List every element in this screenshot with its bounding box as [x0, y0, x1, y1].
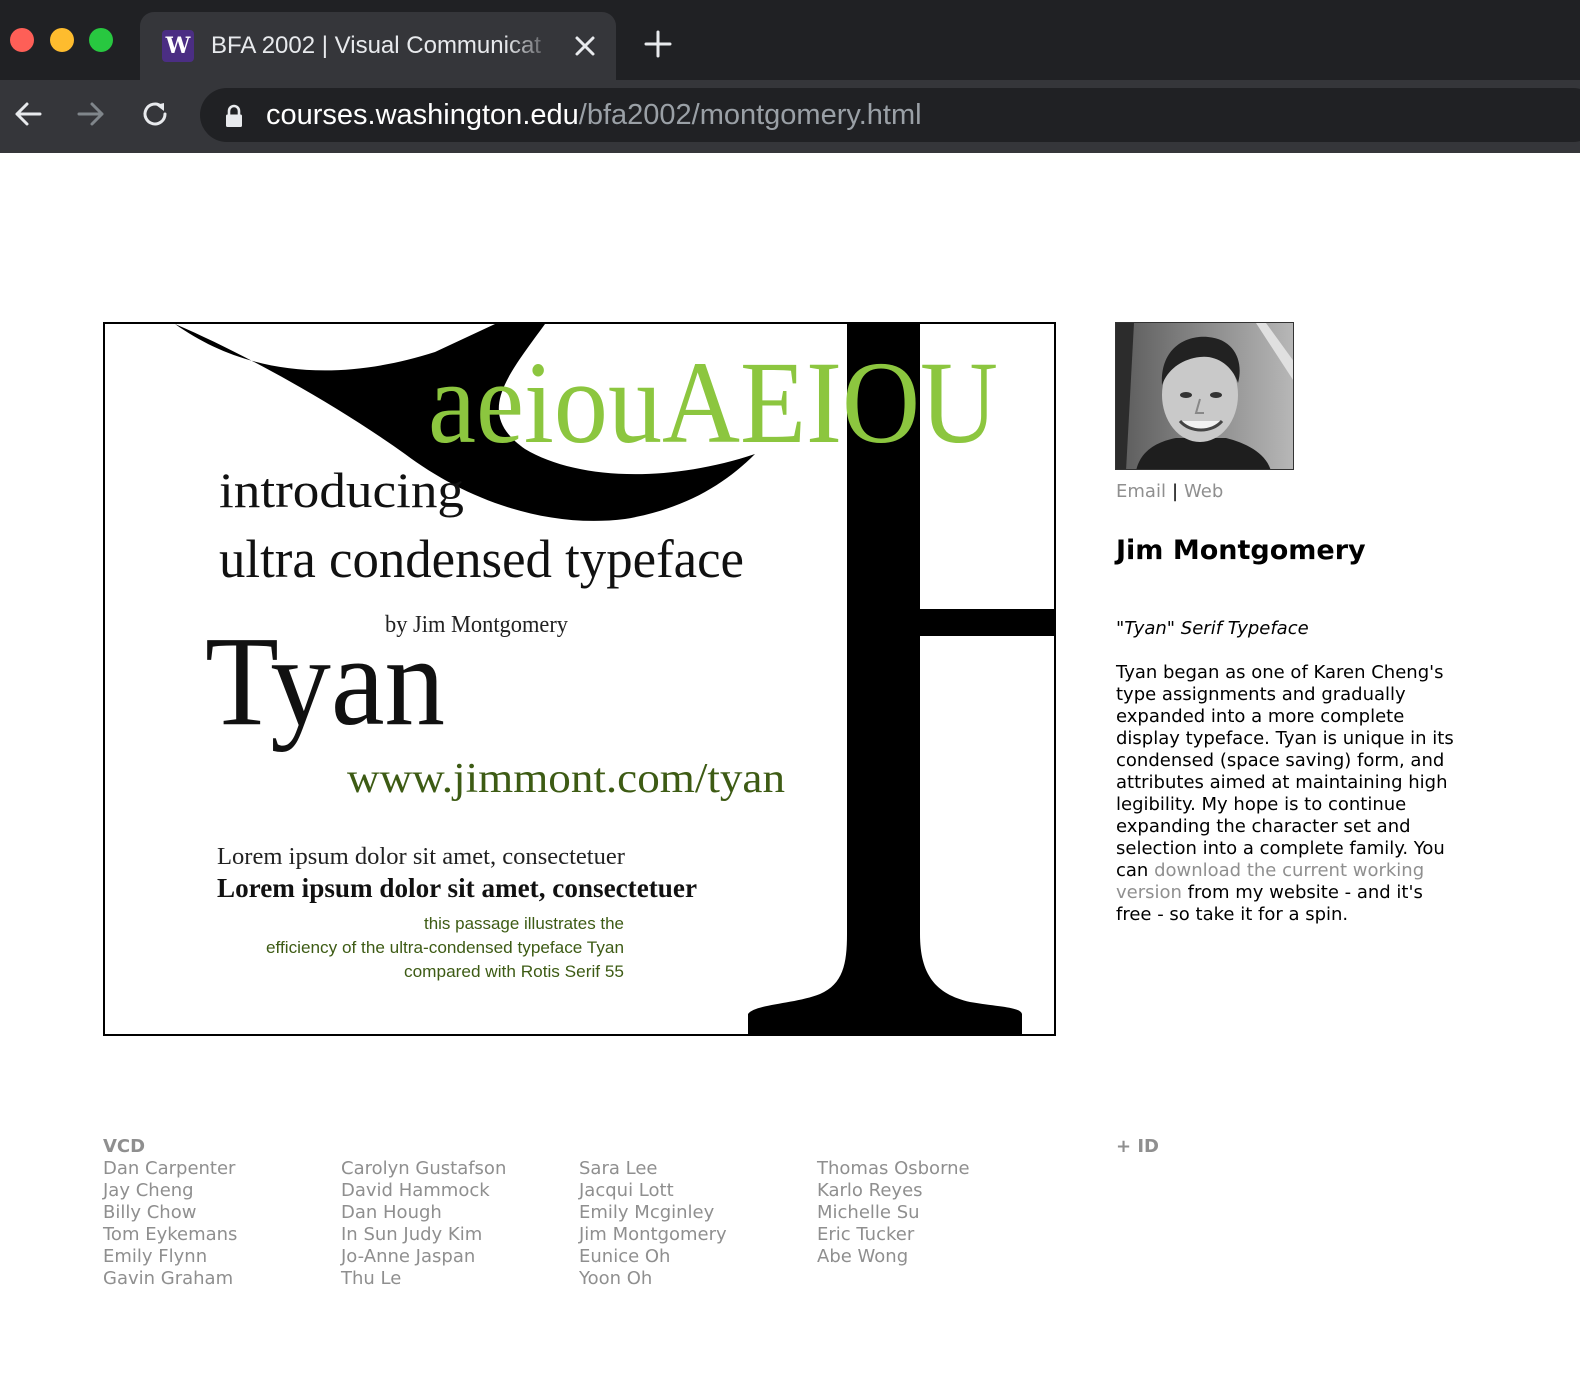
poster-artwork: aeiouAEIOU introducing ultra condensed t… [175, 324, 1054, 1034]
student-link[interactable]: Thu Le [341, 1268, 506, 1290]
student-link[interactable]: Billy Chow [103, 1202, 237, 1224]
maximize-window-button[interactable] [89, 28, 113, 52]
forward-arrow-icon[interactable] [75, 98, 107, 130]
back-arrow-icon[interactable] [12, 98, 44, 130]
student-link[interactable]: Michelle Su [817, 1202, 970, 1224]
poster-tyan-wordmark: Tyan [205, 610, 445, 752]
directory-column-4: Thomas Osborne Karlo Reyes Michelle Su E… [817, 1158, 970, 1268]
tab-close-icon[interactable] [571, 32, 599, 60]
student-link[interactable]: Jacqui Lott [579, 1180, 727, 1202]
poster-caption-line-1: this passage illustrates the [424, 914, 624, 933]
desc-line: condensed (space saving) form, and [1116, 750, 1445, 771]
student-link[interactable]: Emily Mcginley [579, 1202, 727, 1224]
new-tab-icon[interactable] [644, 30, 672, 58]
poster-vowels: aeiouAEIOU [428, 337, 998, 468]
download-link[interactable]: download the current working [1154, 860, 1424, 881]
desc-line: expanded into a more complete [1116, 706, 1405, 727]
web-link[interactable]: Web [1184, 481, 1223, 502]
student-link[interactable]: Karlo Reyes [817, 1180, 970, 1202]
poster-ultra-condensed: ultra condensed typeface [219, 529, 744, 589]
poster-sample-tyan: Lorem ipsum dolor sit amet, consectetuer [217, 873, 697, 903]
minimize-window-button[interactable] [50, 28, 74, 52]
student-link[interactable]: Emily Flynn [103, 1246, 237, 1268]
desc-line: legibility. My hope is to continue [1116, 794, 1407, 815]
desc-line: version from my website - and it's [1116, 882, 1466, 904]
student-link[interactable]: Tom Eykemans [103, 1224, 237, 1246]
download-link-continued[interactable]: version [1116, 882, 1182, 903]
desc-line: attributes aimed at maintaining high [1116, 772, 1448, 793]
student-link[interactable]: Carolyn Gustafson [341, 1158, 506, 1180]
student-link[interactable]: Sara Lee [579, 1158, 727, 1180]
desc-line: type assignments and gradually [1116, 684, 1406, 705]
desc-line: free - so take it for a spin. [1116, 904, 1349, 925]
project-title: "Tyan" Serif Typeface [1116, 618, 1309, 639]
url-text[interactable]: courses.washington.edu/bfa2002/montgomer… [266, 97, 922, 133]
address-bar[interactable]: courses.washington.edu/bfa2002/montgomer… [200, 88, 1580, 142]
contact-links: Email | Web [1116, 481, 1223, 503]
student-link[interactable]: Eric Tucker [817, 1224, 970, 1246]
project-description: Tyan began as one of Karen Cheng's type … [1116, 662, 1466, 926]
directory-column-2: Carolyn Gustafson David Hammock Dan Houg… [341, 1158, 506, 1290]
link-separator: | [1171, 481, 1179, 502]
student-link[interactable]: Jo-Anne Jaspan [341, 1246, 506, 1268]
portrait-image [1116, 323, 1293, 469]
poster-caption-line-3: compared with Rotis Serif 55 [404, 962, 624, 981]
desc-after-link: from my website - and it's [1181, 882, 1423, 903]
student-link[interactable]: In Sun Judy Kim [341, 1224, 506, 1246]
student-link[interactable]: Abe Wong [817, 1246, 970, 1268]
student-link[interactable]: David Hammock [341, 1180, 506, 1202]
reload-icon[interactable] [139, 98, 171, 130]
desc-line: display typeface. Tyan is unique in its [1116, 728, 1454, 749]
student-link[interactable]: Jay Cheng [103, 1180, 237, 1202]
email-link[interactable]: Email [1116, 481, 1166, 502]
tab-strip: W BFA 2002 | Visual Communicat [0, 0, 1580, 80]
vcd-heading: VCD [103, 1136, 146, 1157]
directory-column-1: Dan Carpenter Jay Cheng Billy Chow Tom E… [103, 1158, 237, 1290]
browser-chrome: W BFA 2002 | Visual Communicat courses.w… [0, 0, 1580, 153]
id-heading[interactable]: + ID [1116, 1136, 1159, 1158]
close-window-button[interactable] [10, 28, 34, 52]
profile-photo [1115, 322, 1294, 470]
url-path: /bfa2002/montgomery.html [578, 99, 922, 131]
directory-column-3: Sara Lee Jacqui Lott Emily Mcginley Jim … [579, 1158, 727, 1290]
uw-favicon-icon: W [162, 30, 194, 62]
desc-line: Tyan began as one of Karen Cheng's [1116, 662, 1444, 683]
poster-caption-line-2: efficiency of the ultra-condensed typefa… [266, 938, 624, 957]
student-link[interactable]: Eunice Oh [579, 1246, 727, 1268]
poster-sample-rotis: Lorem ipsum dolor sit amet, consectetuer [217, 844, 625, 870]
student-link[interactable]: Dan Carpenter [103, 1158, 237, 1180]
browser-tab-active[interactable]: W BFA 2002 | Visual Communicat [140, 12, 616, 80]
tyan-poster-image: aeiouAEIOU introducing ultra condensed t… [103, 322, 1056, 1036]
student-link[interactable]: Thomas Osborne [817, 1158, 970, 1180]
poster-website: www.jimmont.com/tyan [347, 756, 785, 802]
student-link[interactable]: Yoon Oh [579, 1268, 727, 1290]
student-link[interactable]: Jim Montgomery [579, 1224, 727, 1246]
student-link[interactable]: Dan Hough [341, 1202, 506, 1224]
poster-introducing: introducing [219, 462, 464, 518]
desc-line: can download the current working [1116, 860, 1466, 882]
tab-title: BFA 2002 | Visual Communicat [211, 32, 541, 59]
desc-line: expanding the character set and [1116, 816, 1411, 837]
url-host: courses.washington.edu [266, 99, 579, 131]
lock-icon [226, 104, 242, 127]
desc-line: selection into a complete family. You [1116, 838, 1445, 859]
student-link[interactable]: Gavin Graham [103, 1268, 237, 1290]
desc-can: can [1116, 860, 1155, 881]
student-name: Jim Montgomery [1116, 535, 1366, 566]
